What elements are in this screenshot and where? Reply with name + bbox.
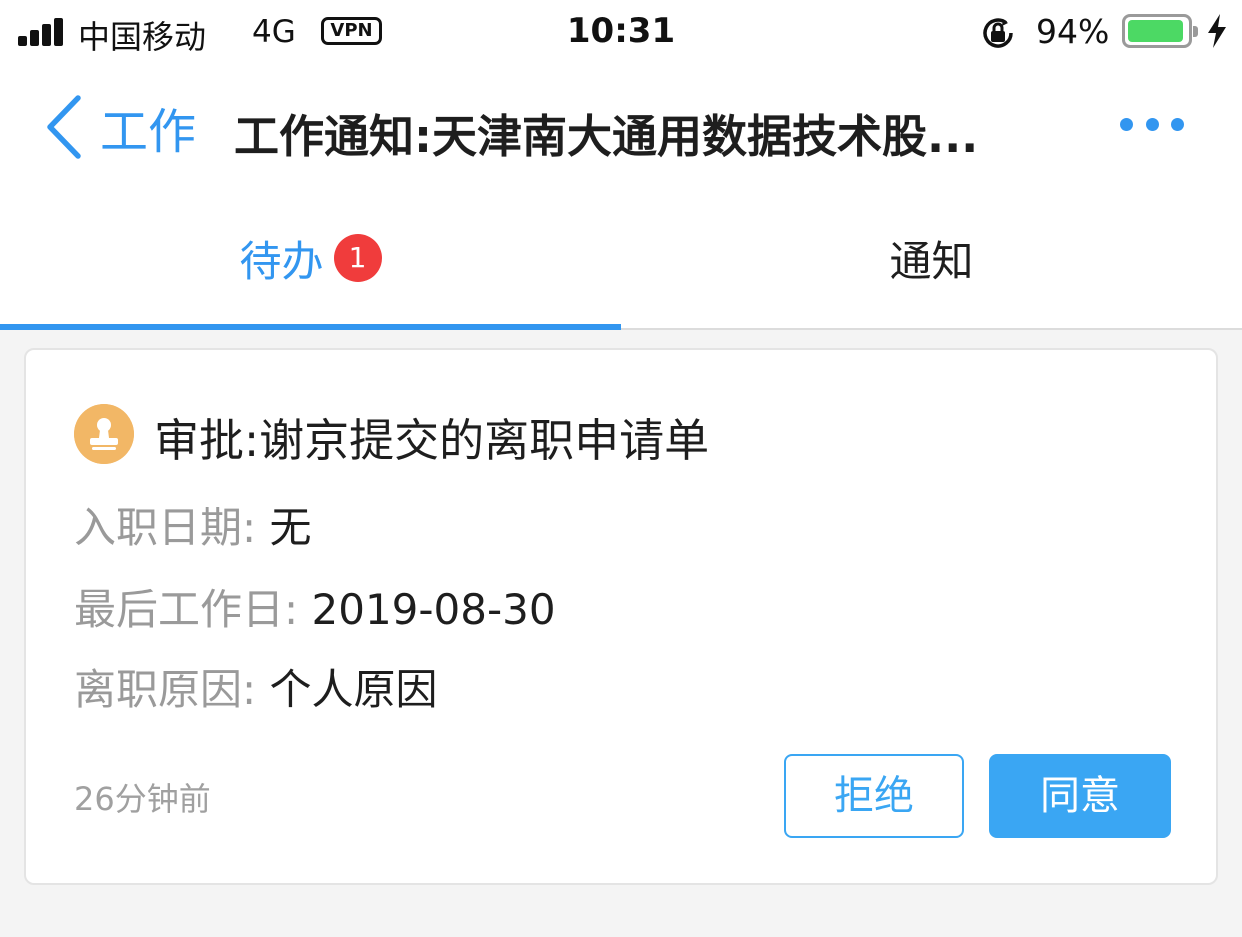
battery-fill xyxy=(1128,20,1183,42)
tab-notice-label: 通知 xyxy=(889,236,974,286)
field-leave-reason: 离职原因: 个人原因 xyxy=(74,656,438,717)
stamp-icon xyxy=(74,404,134,464)
tab-todo-label: 待办 xyxy=(239,236,324,286)
navigation-bar: 工作 工作通知:天津南大通用数据技术股... xyxy=(0,64,1242,188)
field-value: 个人原因 xyxy=(269,665,438,714)
more-dots-icon[interactable] xyxy=(1112,106,1192,142)
charging-bolt-icon xyxy=(1208,14,1226,48)
rotation-lock-icon xyxy=(983,18,1013,48)
approval-card[interactable]: 审批:谢京提交的离职申请单 入职日期: 无 最后工作日: 2019-08-30 … xyxy=(24,348,1218,885)
active-tab-indicator xyxy=(0,324,621,330)
field-label: 最后工作日: xyxy=(74,585,299,634)
page-title: 工作通知:天津南大通用数据技术股... xyxy=(234,110,979,163)
status-bar: 中国移动 4G VPN 10:31 94% xyxy=(0,0,1242,64)
back-button[interactable]: 工作 xyxy=(44,92,196,162)
field-label: 入职日期: xyxy=(74,503,257,552)
tab-todo[interactable]: 待办 1 xyxy=(0,188,621,328)
timestamp: 26分钟前 xyxy=(74,780,211,818)
chevron-left-icon xyxy=(47,95,81,159)
unread-badge: 1 xyxy=(333,234,382,282)
approval-title: 审批:谢京提交的离职申请单 xyxy=(154,414,710,467)
field-value: 无 xyxy=(269,503,312,552)
field-hire-date: 入职日期: 无 xyxy=(74,494,312,555)
back-label: 工作 xyxy=(100,104,197,160)
reject-button[interactable]: 拒绝 xyxy=(784,754,964,838)
agree-button[interactable]: 同意 xyxy=(989,754,1171,838)
field-last-workday: 最后工作日: 2019-08-30 xyxy=(74,576,556,637)
battery-percent: 94% xyxy=(1036,12,1110,51)
field-value: 2019-08-30 xyxy=(311,585,556,634)
field-label: 离职原因: xyxy=(74,665,257,714)
tab-notice[interactable]: 通知 xyxy=(621,188,1242,328)
tab-bar: 待办 1 通知 xyxy=(0,188,1242,330)
battery-icon xyxy=(1122,14,1198,48)
